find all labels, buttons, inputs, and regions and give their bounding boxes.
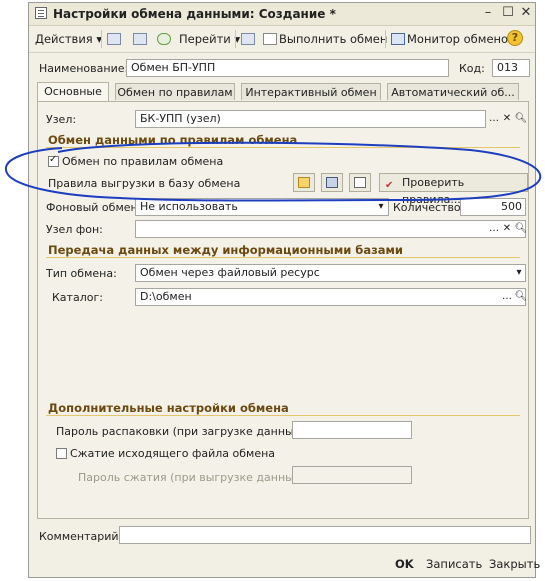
select-node-button[interactable]: … (487, 111, 501, 127)
close-icon[interactable]: ✕ (517, 5, 535, 21)
unpack-password-label: Пароль распаковки (при загрузке данных): (56, 425, 309, 438)
background-node-label: Узел фон: (46, 223, 103, 236)
transfer-section-title: Передача данных между информационными ба… (48, 243, 403, 257)
footer-bar: OK Записать Закрыть (29, 551, 540, 577)
rules-section-title: Обмен данными по правилам обмена (48, 133, 298, 147)
open-bg-node-icon[interactable]: 🔍︎ (514, 221, 528, 237)
compress-password-field[interactable] (292, 466, 412, 484)
comment-label: Комментарий: (39, 530, 123, 543)
background-node-field[interactable] (135, 220, 526, 238)
save-list-icon[interactable] (107, 30, 123, 48)
catalog-field[interactable]: D:\обмен (135, 288, 526, 306)
chevron-down-icon[interactable]: ▾ (512, 265, 526, 281)
open-node-icon[interactable]: 🔍︎ (514, 111, 528, 127)
exchange-type-select[interactable]: Обмен через файловый ресурс (135, 264, 526, 282)
report-icon[interactable] (349, 173, 371, 192)
extra-section-title: Дополнительные настройки обмена (48, 401, 289, 415)
window-menu-icon[interactable] (35, 7, 47, 19)
use-rules-checkbox[interactable] (48, 154, 59, 167)
minimize-icon[interactable]: – (479, 5, 497, 21)
actions-menu[interactable]: Действия ▾ (35, 30, 102, 48)
clear-bg-node-icon[interactable]: ✕ (500, 221, 514, 237)
chevron-down-icon[interactable]: ▾ (374, 199, 388, 215)
tab-automatic-exchange[interactable]: Автоматический об... (387, 83, 519, 100)
compress-label: Сжатие исходящего файла обмена (70, 447, 276, 460)
count-field[interactable]: 500 (460, 198, 526, 216)
node-label: Узел: (46, 113, 77, 126)
goto-menu[interactable]: Перейти ▾ (179, 30, 240, 48)
checklist-icon: ✔ (385, 180, 394, 191)
select-bg-node-button[interactable]: … (487, 221, 501, 237)
background-exchange-label: Фоновый обмен: (46, 201, 142, 214)
maximize-icon[interactable]: ☐ (499, 5, 517, 21)
name-field[interactable]: Обмен БП-УПП (126, 59, 449, 77)
help-icon[interactable]: ? (507, 30, 523, 46)
open-folder-icon[interactable] (293, 173, 315, 192)
name-label: Наименование: (39, 62, 129, 75)
main-panel: Узел: БК-УПП (узел) … ✕ 🔍︎ Обмен данными… (37, 101, 529, 519)
exchange-type-label: Тип обмена: (46, 267, 117, 280)
tab-rules-exchange[interactable]: Обмен по правилам (115, 83, 235, 100)
save-button[interactable]: Записать (426, 557, 482, 571)
browse-catalog-button[interactable]: … (500, 289, 514, 305)
comment-field[interactable] (119, 526, 531, 544)
run-exchange-button[interactable]: Выполнить обмен (263, 30, 387, 48)
image-icon[interactable] (133, 30, 149, 48)
ok-button[interactable]: OK (395, 557, 414, 571)
export-rules-label: Правила выгрузки в базу обмена (48, 177, 241, 190)
title-bar: Настройки обмена данными: Создание * – ☐… (29, 3, 535, 26)
count-label: Количество: (393, 201, 465, 214)
code-label: Код: (459, 62, 485, 75)
monitor-button[interactable]: Монитор обменов (391, 30, 515, 48)
table-icon[interactable] (241, 30, 257, 48)
toolbar: Действия ▾ Перейти ▾ Выполнить обмен Мон… (29, 26, 535, 53)
tab-interactive-exchange[interactable]: Интерактивный обмен (241, 83, 381, 100)
tab-strip: Основные Обмен по правилам Интерактивный… (37, 82, 527, 101)
search-icon[interactable]: 🔍︎ (514, 289, 528, 305)
window-title: Настройки обмена данными: Создание * (53, 7, 336, 21)
refresh-icon[interactable] (157, 30, 173, 48)
use-rules-label: Обмен по правилам обмена (62, 155, 224, 168)
clear-node-icon[interactable]: ✕ (500, 111, 514, 127)
save-disk-icon[interactable] (321, 173, 343, 192)
catalog-label: Каталог: (52, 291, 103, 304)
compress-password-label: Пароль сжатия (при выгрузке данных): (78, 471, 309, 484)
unpack-password-field[interactable] (292, 421, 412, 439)
settings-window: Настройки обмена данными: Создание * – ☐… (28, 2, 540, 578)
check-rules-button[interactable]: ✔ Проверить правила... (379, 173, 528, 206)
code-field[interactable]: 013 (492, 59, 530, 77)
background-exchange-select[interactable]: Не использовать (135, 198, 389, 216)
close-button[interactable]: Закрыть (489, 557, 540, 571)
node-field[interactable]: БК-УПП (узел) (135, 110, 486, 128)
compress-checkbox[interactable] (56, 448, 67, 459)
tab-main[interactable]: Основные (37, 82, 109, 101)
